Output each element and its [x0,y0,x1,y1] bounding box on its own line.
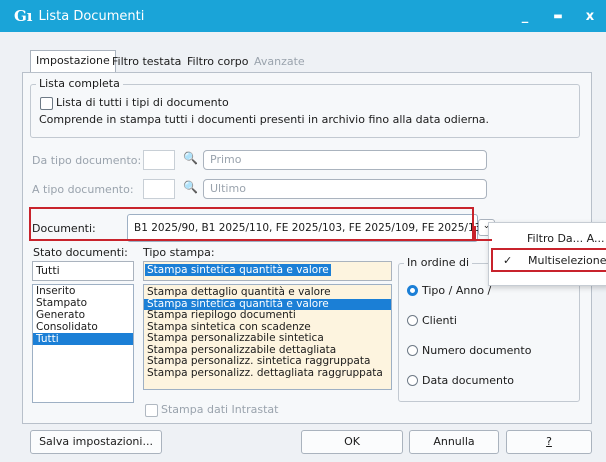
lista-tutti-label: Lista di tutti i tipi di documento [56,96,229,109]
list-item[interactable]: Stampa personalizz. sintetica raggruppat… [144,355,391,368]
a-tipo-label: A tipo documento: [32,183,134,196]
list-item[interactable]: Inserito [33,285,133,297]
list-item[interactable]: Stampa dettaglio quantità e valore [144,285,391,299]
title-bar: Gı Lista Documenti _ ▬ x [0,0,606,32]
menu-item-multiselezione-label: Multiselezione [528,254,606,267]
tab-filtro-corpo[interactable]: Filtro corpo [182,52,253,72]
a-tipo-value: Ultimo [210,182,246,195]
cancel-button[interactable]: Annulla [409,430,499,454]
tipo-stampa-selected-field[interactable]: Stampa sintetica quantità e valore [143,261,392,281]
documenti-highlight [29,207,474,241]
ok-button[interactable]: OK [301,430,403,454]
lista-tutti-checkbox[interactable] [40,97,53,110]
minimize-button[interactable]: _ [510,0,540,32]
lista-completa-group [30,84,580,138]
tab-impostazione[interactable]: Impostazione [30,50,116,74]
tipo-stampa-list[interactable]: Stampa dettaglio quantità e valore Stamp… [143,284,392,390]
list-item[interactable]: Tutti [33,333,133,345]
close-button[interactable]: x [575,0,605,32]
ordine-radio-tipo[interactable] [407,285,418,296]
da-tipo-value: Primo [210,153,242,166]
a-tipo-lookup-icon[interactable]: 🔍 [183,180,198,194]
save-settings-button[interactable]: Salva impostazioni... [30,430,162,454]
da-tipo-lookup-icon[interactable]: 🔍 [183,151,198,165]
list-item[interactable]: Generato [33,309,133,321]
list-item[interactable]: Consolidato [33,321,133,333]
list-item[interactable]: Stampato [33,297,133,309]
menu-item-filtro-da-a[interactable]: Filtro Da... A... [527,232,604,245]
app-logo-icon: Gı [14,7,33,25]
menu-item-multiselezione[interactable]: ✓ Multiselezione [491,248,606,272]
tab-avanzate[interactable]: Avanzate [249,52,310,72]
ordine-label-tipo: Tipo / Anno / [422,284,492,297]
a-tipo-input[interactable]: Ultimo [203,179,487,199]
stato-documenti-label: Stato documenti: [33,246,128,259]
stato-list[interactable]: Inserito Stampato Generato Consolidato T… [32,284,134,403]
lista-completa-legend: Lista completa [36,77,123,90]
window-title: Lista Documenti [38,8,145,24]
stato-selected-field[interactable]: Tutti [32,261,134,281]
check-icon: ✓ [503,254,513,267]
tipo-stampa-label: Tipo stampa: [143,246,215,259]
ordine-legend: In ordine di [404,256,473,269]
da-tipo-input[interactable]: Primo [203,150,487,170]
ordine-label-numero: Numero documento [422,344,532,357]
ordine-radio-clienti[interactable] [407,315,418,326]
a-tipo-code-input[interactable] [143,179,175,199]
connector-line [474,226,476,240]
tab-filtro-testata[interactable]: Filtro testata [107,52,186,72]
stato-selected-value: Tutti [36,264,60,277]
ordine-radio-numero[interactable] [407,345,418,356]
help-button[interactable]: ? [506,430,592,454]
list-item[interactable]: Stampa personalizz. dettagliata raggrupp… [144,367,391,380]
da-tipo-code-input[interactable] [143,150,175,170]
da-tipo-label: Da tipo documento: [32,154,142,167]
maximize-button[interactable]: ▬ [543,0,573,32]
ordine-radio-data[interactable] [407,375,418,386]
tipo-stampa-selected-value: Stampa sintetica quantità e valore [145,264,331,276]
list-item[interactable]: Stampa personalizzabile sintetica [144,332,391,345]
intrastat-label: Stampa dati Intrastat [161,403,279,416]
lista-completa-note: Comprende in stampa tutti i documenti pr… [39,113,490,126]
connector-line [474,239,492,241]
ordine-label-data: Data documento [422,374,514,387]
list-item[interactable]: Stampa riepilogo documenti [144,309,391,322]
intrastat-checkbox[interactable] [145,404,158,417]
ordine-label-clienti: Clienti [422,314,457,327]
